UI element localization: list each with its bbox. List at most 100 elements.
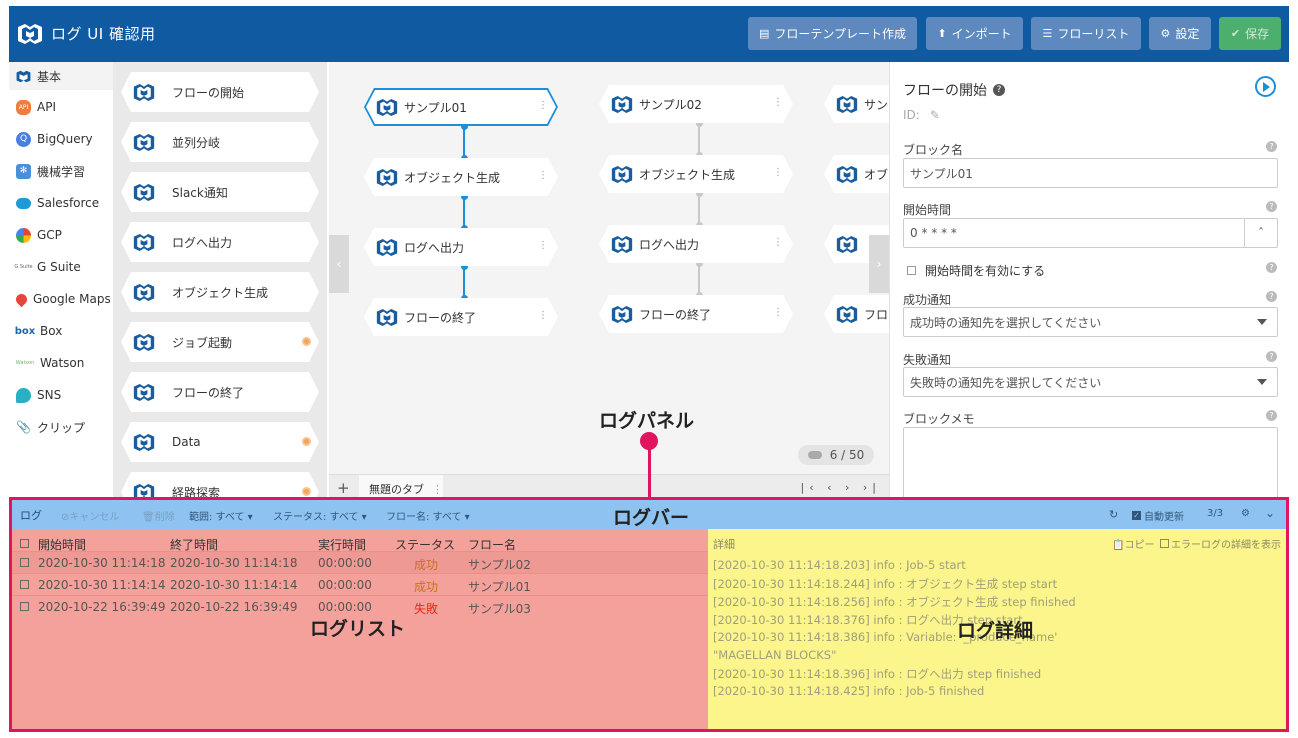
palette-block[interactable]: Data <box>121 422 319 462</box>
flow-block[interactable]: フローの終了 ⋮ <box>364 298 558 336</box>
block-name-input[interactable]: サンプル01 <box>903 158 1278 188</box>
row-checkbox[interactable] <box>20 580 29 589</box>
flow-block[interactable]: オブ⋮ <box>824 155 889 193</box>
copy-log-button[interactable]: 📋コピー <box>1112 536 1154 551</box>
block-memo-help-icon[interactable]: ? <box>1266 410 1277 421</box>
palette-block[interactable]: ジョブ起動 <box>121 322 319 362</box>
palette-block[interactable]: フローの開始 <box>121 72 319 112</box>
category-box[interactable]: box Box <box>9 317 113 345</box>
gear-icon[interactable]: ⚙ <box>1241 508 1250 519</box>
block-memo-textarea[interactable] <box>903 427 1278 507</box>
log-panel: ログ ⊘キャンセル 🗑削除 範囲: すべて ▾ ステータス: すべて ▾ フロー… <box>9 497 1289 732</box>
flow-connector <box>463 196 465 228</box>
category-gcp[interactable]: GCP <box>9 221 113 249</box>
block-menu-icon[interactable]: ⋮ <box>773 97 783 108</box>
block-menu-icon[interactable]: ⋮ <box>773 167 783 178</box>
success-notify-help-icon[interactable]: ? <box>1266 291 1277 302</box>
block-menu-icon[interactable]: ⋮ <box>773 307 783 318</box>
log-cancel-button[interactable]: ⊘キャンセル <box>61 508 119 523</box>
block-menu-icon[interactable]: ⋮ <box>773 237 783 248</box>
flow-block[interactable]: フロ⋮ <box>824 295 889 333</box>
failure-notify-help-icon[interactable]: ? <box>1266 351 1277 362</box>
row-checkbox[interactable] <box>20 558 29 567</box>
log-delete-button[interactable]: 🗑削除 <box>142 508 175 523</box>
block-menu-icon[interactable]: ⋮ <box>538 310 548 321</box>
premium-badge-icon <box>302 437 311 446</box>
palette-block[interactable]: 並列分岐 <box>121 122 319 162</box>
canvas-scroll-left-button[interactable]: ‹ <box>329 235 349 293</box>
log-row[interactable]: 2020-10-30 11:14:18 2020-10-30 11:14:18 00… <box>12 551 708 573</box>
auto-refresh-toggle[interactable]: ✓ 自動更新 <box>1132 508 1184 523</box>
category-watson[interactable]: Watson Watson <box>9 349 113 377</box>
block-name-label: ブロック名 <box>903 143 964 157</box>
block-menu-icon[interactable]: ⋮ <box>538 240 548 251</box>
flow-block[interactable]: ログへ出力 ⋮ <box>364 228 558 266</box>
app-window: ログ UI 確認用 ▤ フローテンプレート作成 ⬆ インポート ☰ フローリスト… <box>9 6 1289 732</box>
log-range-filter[interactable]: 範囲: すべて ▾ <box>189 508 253 523</box>
enable-start-help-icon[interactable]: ? <box>1266 262 1277 273</box>
failure-notify-select[interactable]: 失敗時の通知先を選択してください <box>903 367 1278 397</box>
tab-menu-icon[interactable]: ⋮ <box>432 483 443 496</box>
map-pin-icon <box>13 291 30 307</box>
log-flow-name: サンプル03 <box>468 602 531 616</box>
refresh-icon[interactable]: ↻ <box>1109 508 1118 521</box>
palette-block[interactable]: ログへ出力 <box>121 222 319 262</box>
category-gsuite[interactable]: G Suite G Suite <box>9 253 113 281</box>
flow-template-button[interactable]: ▤ フローテンプレート作成 <box>748 17 917 50</box>
tab-navigation[interactable]: |‹ ‹ › ›| <box>801 481 882 494</box>
chevron-up-icon[interactable]: ˆ <box>1244 219 1277 247</box>
category-sns[interactable]: SNS <box>9 381 113 409</box>
block-cube-icon <box>611 305 633 323</box>
block-cube-icon <box>836 165 858 183</box>
category-google-maps[interactable]: Google Maps <box>9 285 113 313</box>
flow-block[interactable]: サンプル01 ⋮ <box>364 88 558 126</box>
palette-block[interactable]: Slack通知 <box>121 172 319 212</box>
start-time-input[interactable]: 0 * * * * ˆ <box>903 218 1278 248</box>
flow-block[interactable]: サン⋮ <box>824 85 889 123</box>
flow-list-button[interactable]: ☰ フローリスト <box>1031 17 1141 50</box>
flow-block[interactable]: オブジェクト生成 ⋮ <box>599 155 793 193</box>
category-salesforce[interactable]: Salesforce <box>9 189 113 217</box>
pencil-icon[interactable]: ✎ <box>930 108 940 122</box>
canvas-scroll-right-button[interactable]: › <box>869 235 889 293</box>
run-flow-button[interactable] <box>1255 76 1276 97</box>
category-basic[interactable]: 基本 <box>9 62 113 90</box>
palette-block[interactable]: フローの終了 <box>121 372 319 412</box>
enable-start-time-checkbox[interactable]: 開始時間を有効にする <box>907 262 1045 279</box>
help-icon[interactable]: ? <box>993 84 1005 96</box>
block-menu-icon[interactable]: ⋮ <box>538 170 548 181</box>
category-clip[interactable]: 📎 クリップ <box>9 413 113 441</box>
flow-block[interactable]: フローの終了 ⋮ <box>599 295 793 333</box>
flow-block[interactable]: サンプル02 ⋮ <box>599 85 793 123</box>
block-menu-icon[interactable]: ⋮ <box>538 100 548 111</box>
premium-badge-icon <box>302 487 311 496</box>
log-row[interactable]: 2020-10-30 11:14:14 2020-10-30 11:14:14 00… <box>12 573 708 595</box>
log-status-filter[interactable]: ステータス: すべて ▾ <box>273 508 367 523</box>
log-flow-name-filter[interactable]: フロー名: すべて ▾ <box>386 508 470 523</box>
import-button[interactable]: ⬆ インポート <box>926 17 1023 50</box>
add-tab-button[interactable]: + <box>337 479 350 497</box>
select-all-checkbox[interactable] <box>20 539 29 548</box>
category-api[interactable]: API API <box>9 93 113 121</box>
category-bigquery[interactable]: Q BigQuery <box>9 125 113 153</box>
row-checkbox[interactable] <box>20 602 29 611</box>
category-ml[interactable]: ✻ 機械学習 <box>9 157 113 185</box>
settings-button[interactable]: ⚙ 設定 <box>1149 17 1211 50</box>
block-name-help-icon[interactable]: ? <box>1266 141 1277 152</box>
flow-block[interactable]: オブジェクト生成 ⋮ <box>364 158 558 196</box>
dropdown-caret-icon <box>1257 379 1267 385</box>
collapse-chevron-icon[interactable]: ⌄ <box>1265 506 1275 520</box>
flow-canvas[interactable]: サンプル01 ⋮ オブジェクト生成 ⋮ ログへ出力 ⋮ フローの終了 ⋮ サンプル02 ⋮ オブジェ… <box>329 62 889 502</box>
flow-block[interactable]: ログへ出力 ⋮ <box>599 225 793 263</box>
flow-block-label: サン <box>864 97 889 112</box>
palette-block[interactable]: オブジェクト生成 <box>121 272 319 312</box>
gear-icon: ⚙ <box>1160 27 1171 40</box>
show-error-detail-toggle[interactable]: エラーログの詳細を表示 <box>1160 536 1281 551</box>
save-button[interactable]: ✔ 保存 <box>1219 17 1281 50</box>
trash-icon: 🗑 <box>142 512 155 523</box>
start-time-help-icon[interactable]: ? <box>1266 201 1277 212</box>
success-notify-select[interactable]: 成功時の通知先を選択してください <box>903 307 1278 337</box>
block-cube-icon <box>376 238 398 256</box>
flow-block-label: オブジェクト生成 <box>404 170 501 185</box>
flow-block-label: サンプル02 <box>639 97 702 112</box>
